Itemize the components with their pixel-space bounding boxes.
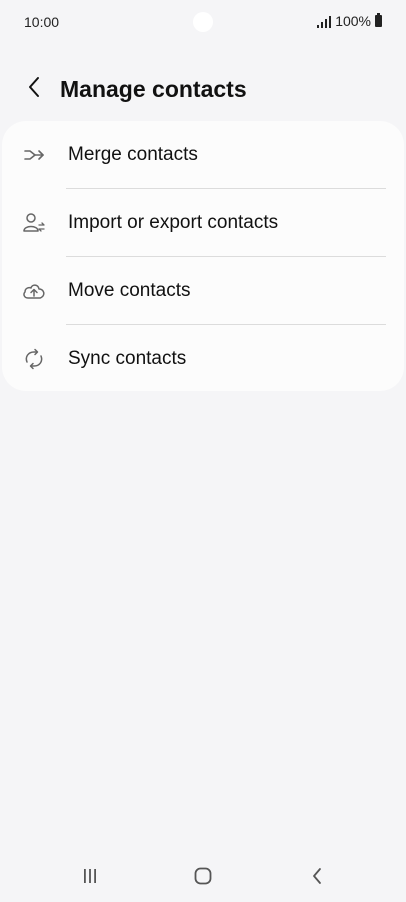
sync-contacts-label: Sync contacts (68, 348, 187, 369)
status-bar: 10:00 100% (0, 0, 406, 44)
cloud-upload-icon (22, 279, 46, 303)
signal-icon (317, 15, 332, 28)
merge-icon (22, 143, 46, 167)
nav-back-button[interactable] (295, 864, 339, 892)
recents-button[interactable] (68, 864, 112, 892)
navigation-bar (0, 858, 406, 898)
merge-contacts-item[interactable]: Merge contacts (2, 121, 404, 189)
options-card: Merge contacts Import or export contacts (2, 121, 404, 391)
home-icon (194, 867, 212, 890)
back-button[interactable] (12, 67, 56, 111)
battery-icon (375, 13, 382, 27)
status-indicators: 100% (317, 13, 382, 29)
move-contacts-item[interactable]: Move contacts (2, 257, 404, 325)
import-export-contacts-label: Import or export contacts (68, 212, 279, 233)
phone-screen: 10:00 100% Manage contacts Merge contact… (0, 0, 406, 902)
page-title: Manage contacts (60, 75, 247, 102)
move-contacts-label: Move contacts (68, 280, 191, 301)
camera-cutout (193, 12, 213, 32)
recents-icon (82, 868, 98, 889)
battery-percent: 100% (335, 13, 371, 29)
chevron-left-icon (27, 76, 41, 103)
app-header: Manage contacts (0, 64, 406, 114)
back-icon (311, 867, 323, 890)
home-button[interactable] (181, 864, 225, 892)
person-transfer-icon (22, 211, 46, 235)
sync-contacts-item[interactable]: Sync contacts (2, 325, 404, 393)
merge-contacts-label: Merge contacts (68, 144, 198, 165)
status-time: 10:00 (24, 14, 60, 30)
sync-icon (22, 347, 46, 371)
import-export-contacts-item[interactable]: Import or export contacts (2, 189, 404, 257)
